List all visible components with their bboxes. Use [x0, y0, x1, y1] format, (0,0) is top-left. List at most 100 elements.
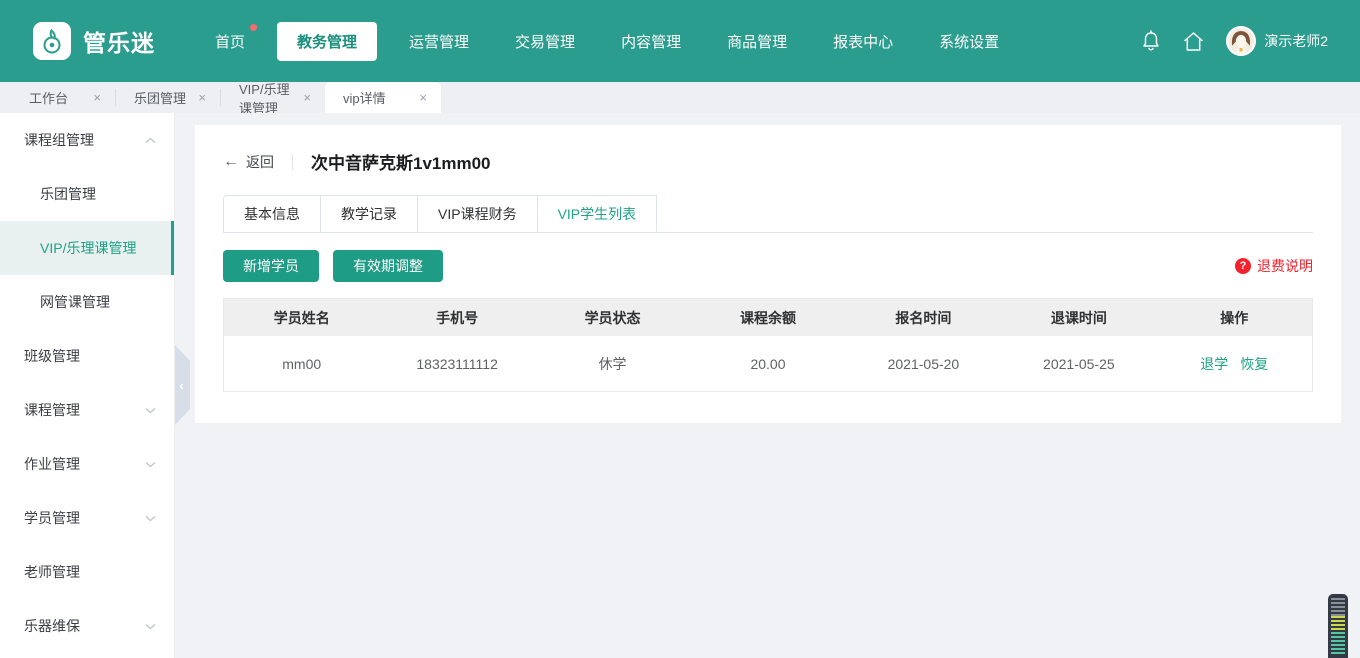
username: 演示老师2 — [1264, 31, 1328, 51]
quit-school-link[interactable]: 退学 — [1200, 354, 1228, 374]
action-bar: 新增学员 有效期调整 ? 退费说明 — [223, 250, 1313, 282]
cell-actions: 退学 恢复 — [1157, 336, 1312, 391]
tab-vip-student-list[interactable]: VIP学生列表 — [538, 195, 658, 232]
tab-basic-info[interactable]: 基本信息 — [223, 195, 321, 232]
minimap-stripes-green — [1331, 632, 1345, 654]
detail-card: ← 返回 次中音萨克斯1v1mm00 基本信息 教学记录 VIP课程财务 VIP… — [195, 125, 1341, 423]
nav-item-transactions[interactable]: 交易管理 — [501, 22, 589, 61]
nav-item-label: 交易管理 — [515, 34, 575, 51]
sidebar-item-course-groups[interactable]: 课程组管理 — [0, 113, 174, 167]
nav-item-label: 运营管理 — [409, 34, 469, 51]
sidebar-item-students[interactable]: 学员管理 — [0, 491, 174, 545]
sidebar-item-label: 学员管理 — [24, 508, 80, 528]
close-icon[interactable]: × — [419, 90, 427, 105]
refund-note-link[interactable]: ? 退费说明 — [1235, 256, 1313, 276]
cell-quit-date: 2021-05-25 — [1001, 336, 1156, 391]
col-header-enroll-date: 报名时间 — [846, 299, 1001, 336]
nav-item-academic[interactable]: 教务管理 — [277, 22, 377, 61]
nav-item-reports[interactable]: 报表中心 — [819, 22, 907, 61]
sidebar-item-orchestra[interactable]: 乐团管理 — [0, 167, 174, 221]
open-tab-orchestra[interactable]: 乐团管理 × — [116, 82, 220, 113]
refund-note-label: 退费说明 — [1257, 256, 1313, 276]
col-header-balance: 课程余额 — [690, 299, 845, 336]
open-tabs-bar: 工作台 × 乐团管理 × VIP/乐理课管理 × vip详情 × — [0, 82, 1360, 113]
col-header-status: 学员状态 — [535, 299, 690, 336]
nav-item-label: 内容管理 — [621, 34, 681, 51]
avatar — [1226, 26, 1256, 56]
sidebar-item-classes[interactable]: 班级管理 — [0, 329, 174, 383]
col-header-student-name: 学员姓名 — [224, 299, 379, 336]
tab-label: 基本信息 — [244, 206, 300, 222]
open-tab-vip-detail[interactable]: vip详情 × — [325, 82, 441, 113]
back-button[interactable]: ← 返回 — [223, 152, 274, 172]
sidebar-item-teachers[interactable]: 老师管理 — [0, 545, 174, 599]
close-icon[interactable]: × — [198, 90, 206, 105]
cell-enroll-date: 2021-05-20 — [846, 336, 1001, 391]
table-row: mm00 18323111112 休学 20.00 2021-05-20 202… — [224, 336, 1312, 391]
close-icon[interactable]: × — [93, 90, 101, 105]
scrollbar-minimap[interactable] — [1328, 594, 1348, 658]
tab-teaching-records[interactable]: 教学记录 — [321, 195, 418, 232]
cell-phone: 18323111112 — [379, 336, 534, 391]
nav-item-products[interactable]: 商品管理 — [713, 22, 801, 61]
sidebar-item-online-courses[interactable]: 网管课管理 — [0, 275, 174, 329]
open-tab-label: 工作台 — [29, 88, 68, 107]
brand-logo[interactable] — [33, 22, 71, 60]
sidebar-item-courses[interactable]: 课程管理 — [0, 383, 174, 437]
close-icon[interactable]: × — [303, 90, 311, 105]
sidebar-item-label: 乐团管理 — [40, 184, 96, 204]
header-right-cluster: 演示老师2 — [1141, 26, 1328, 56]
sidebar-item-vip-management[interactable]: VIP/乐理课管理 — [0, 221, 174, 275]
sidebar-item-instrument-maintenance[interactable]: 乐器维保 — [0, 599, 174, 653]
nav-item-label: 系统设置 — [939, 34, 999, 51]
open-tab-vip-management[interactable]: VIP/乐理课管理 × — [221, 82, 325, 113]
nav-item-content[interactable]: 内容管理 — [607, 22, 695, 61]
back-row: ← 返回 次中音萨克斯1v1mm00 — [223, 125, 1313, 174]
nav-item-label: 报表中心 — [833, 34, 893, 51]
user-menu[interactable]: 演示老师2 — [1226, 26, 1328, 56]
sidebar-item-label: 课程管理 — [24, 400, 80, 420]
nav-item-label: 教务管理 — [297, 34, 357, 51]
open-tab-label: vip详情 — [343, 88, 386, 107]
open-tab-label: VIP/乐理课管理 — [239, 79, 295, 117]
nav-item-label: 首页 — [215, 34, 245, 51]
title-divider — [292, 154, 293, 170]
sidebar-item-homework[interactable]: 作业管理 — [0, 437, 174, 491]
tab-vip-course-finance[interactable]: VIP课程财务 — [418, 195, 538, 232]
sidebar-item-label: 网管课管理 — [40, 292, 110, 312]
sidebar-item-label: VIP/乐理课管理 — [40, 238, 136, 258]
sidebar-item-label: 老师管理 — [24, 562, 80, 582]
bell-icon[interactable] — [1141, 30, 1161, 53]
tab-label: 教学记录 — [341, 206, 397, 222]
question-circle-icon: ? — [1235, 258, 1251, 274]
home-icon[interactable] — [1182, 31, 1205, 52]
chevron-down-icon — [145, 623, 156, 630]
adjust-validity-button[interactable]: 有效期调整 — [333, 250, 443, 282]
sidebar-collapse-handle[interactable]: ‹ — [175, 345, 190, 425]
cell-student-name: mm00 — [224, 336, 379, 391]
cell-balance: 20.00 — [690, 336, 845, 391]
sidebar-item-label: 乐器维保 — [24, 616, 80, 636]
col-header-quit-date: 退课时间 — [1001, 299, 1156, 336]
nav-item-home[interactable]: 首页 — [201, 22, 259, 61]
add-student-button[interactable]: 新增学员 — [223, 250, 319, 282]
open-tab-workbench[interactable]: 工作台 × — [11, 82, 115, 113]
restore-link[interactable]: 恢复 — [1240, 354, 1268, 374]
col-header-actions: 操作 — [1157, 299, 1312, 336]
student-table: 学员姓名 手机号 学员状态 课程余额 报名时间 退课时间 操作 mm00 183… — [223, 298, 1313, 392]
back-label: 返回 — [246, 152, 274, 172]
open-tab-label: 乐团管理 — [134, 88, 186, 107]
brand-name: 管乐迷 — [83, 24, 155, 58]
chevron-down-icon — [145, 515, 156, 522]
top-header: 管乐迷 首页 教务管理 运营管理 交易管理 内容管理 商品管理 报表中心 系统设… — [0, 0, 1360, 82]
back-arrow-icon: ← — [223, 153, 239, 171]
nav-item-settings[interactable]: 系统设置 — [925, 22, 1013, 61]
chevron-down-icon — [145, 407, 156, 414]
main-content: ‹ ← 返回 次中音萨克斯1v1mm00 基本信息 教学记录 VIP课程财务 V… — [175, 113, 1360, 658]
tab-label: VIP学生列表 — [558, 206, 637, 222]
nav-item-label: 商品管理 — [727, 34, 787, 51]
notification-dot — [250, 24, 257, 31]
sidebar-item-exam-registration[interactable]: 考级报名 — [0, 653, 174, 658]
page-title: 次中音萨克斯1v1mm00 — [311, 149, 491, 174]
nav-item-operations[interactable]: 运营管理 — [395, 22, 483, 61]
